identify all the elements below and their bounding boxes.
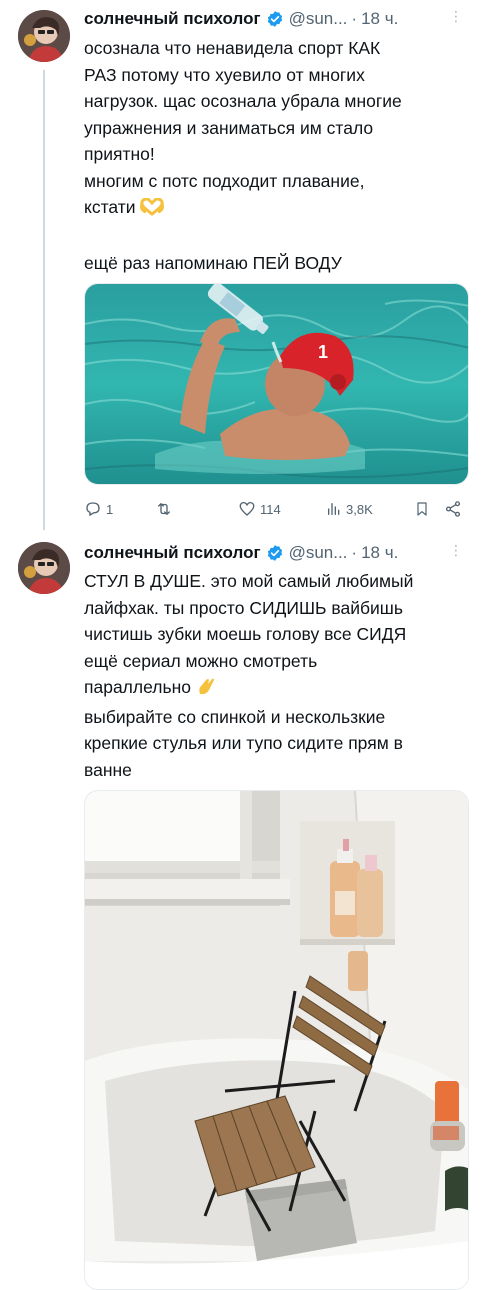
share-button[interactable] — [444, 500, 468, 518]
text-line: упражнения и заниматься им стало — [84, 117, 374, 138]
heart-hands-emoji-icon — [140, 197, 165, 224]
more-options-icon[interactable]: ⋮ — [449, 542, 463, 559]
more-options-icon[interactable]: ⋮ — [449, 8, 463, 25]
text-line: ещё сериал можно смотреть — [84, 650, 318, 671]
heart-icon — [239, 501, 255, 516]
reply-icon — [86, 502, 100, 517]
avatar[interactable] — [18, 542, 70, 594]
text-line: лайфхак. ты просто СИДИШЬ вайбишь — [84, 597, 403, 618]
verified-badge-icon — [266, 544, 284, 562]
repost-icon — [158, 503, 170, 515]
tweet-photo[interactable] — [84, 790, 469, 1290]
text-line: чистишь зубки моешь голову все СИДЯ — [84, 624, 407, 644]
timestamp[interactable]: 18 ч. — [361, 543, 398, 563]
text-line-with-emoji: параллельно — [84, 674, 476, 704]
repost-button[interactable] — [154, 500, 238, 518]
tweet-header: солнечный психолог @sun... · 18 ч. ⋮ — [84, 542, 474, 564]
tweet-actions: 1 114 3,8K — [84, 498, 469, 520]
share-icon — [445, 501, 461, 517]
author-handle[interactable]: @sun... — [289, 543, 348, 563]
text-line: крепкие стулья или тупо сидите прям в — [84, 733, 403, 753]
text-line: кстати — [84, 197, 136, 217]
text-line: ванне — [84, 759, 132, 780]
text-line: нагрузок. щас осознала убрала многие — [84, 91, 402, 111]
views-count: 3,8K — [346, 501, 373, 517]
text-line: многим с потс подходит плавание, — [84, 170, 365, 191]
text-line: параллельно — [84, 677, 191, 697]
thread-line — [43, 70, 45, 530]
tweet[interactable]: солнечный психолог @sun... · 18 ч. ⋮ осо… — [0, 0, 490, 530]
text-line: ещё раз напоминаю ПЕЙ ВОДУ — [84, 253, 342, 273]
bookmark-button[interactable] — [414, 500, 444, 518]
avatar[interactable] — [18, 10, 70, 62]
tweet-text: осознала что ненавидела спорт КАК РАЗ по… — [84, 35, 476, 277]
tweet[interactable]: солнечный психолог @sun... · 18 ч. ⋮ СТУ… — [0, 530, 490, 1290]
tweet-header: солнечный психолог @sun... · 18 ч. ⋮ — [84, 8, 474, 30]
text-line: выбирайте со спинкой и нескользкие — [84, 706, 386, 727]
tweet-photo[interactable]: 1 — [84, 283, 469, 485]
reply-button[interactable]: 1 — [84, 500, 154, 518]
text-line: приятно! — [84, 144, 155, 164]
like-button[interactable]: 114 — [238, 500, 326, 518]
views-icon — [328, 503, 340, 515]
views-button[interactable]: 3,8K — [326, 501, 414, 517]
tweet-text: СТУЛ В ДУШЕ. это мой самый любимый лайфх… — [84, 568, 476, 783]
text-line-with-emoji: кстати — [84, 194, 476, 224]
separator-dot: · — [351, 543, 358, 562]
verified-badge-icon — [266, 10, 284, 28]
svg-text:1: 1 — [318, 342, 328, 362]
bookmark-icon — [417, 502, 427, 516]
text-line: осознала что ненавидела спорт КАК — [84, 38, 381, 58]
author-handle[interactable]: @sun... — [289, 9, 348, 29]
pinching-hand-emoji-icon — [196, 676, 216, 704]
reply-count: 1 — [106, 501, 114, 517]
author-name[interactable]: солнечный психолог — [84, 9, 261, 29]
timestamp[interactable]: 18 ч. — [361, 9, 398, 29]
text-line: СТУЛ В ДУШЕ. это мой самый любимый — [84, 571, 414, 591]
author-name[interactable]: солнечный психолог — [84, 543, 261, 563]
text-line: РАЗ потому что хуевило от многих — [84, 64, 365, 85]
separator-dot: · — [351, 9, 358, 28]
like-count: 114 — [260, 501, 281, 517]
